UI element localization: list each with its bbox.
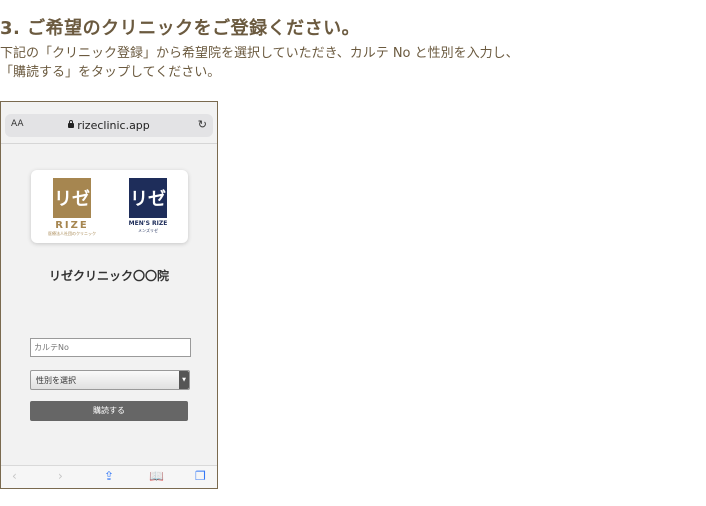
mens-rize-logo-name: MEN'S RIZE	[128, 220, 168, 227]
step-description: 下記の「クリニック登録」から希望院を選択していただき、カルテ No と性別を入力…	[0, 44, 519, 82]
url-display[interactable]: rizeclinic.app	[5, 119, 213, 132]
mens-rize-logo-sub: メンズリゼ	[138, 228, 158, 233]
dropdown-arrow-icon: ▼	[179, 371, 189, 389]
logo-card: リゼ RIZE 医療法人社団のクリニック リゼ MEN'S RIZE メンズリゼ	[31, 170, 188, 243]
subscribe-button[interactable]: 購読する	[30, 401, 188, 421]
karte-number-input[interactable]	[30, 338, 191, 357]
lock-icon	[68, 120, 75, 128]
description-line-1: 下記の「クリニック登録」から希望院を選択していただき、カルテ No と性別を入力…	[0, 46, 519, 61]
gender-select[interactable]: 性別を選択 ▼	[30, 370, 190, 390]
rize-logo-name: RIZE	[55, 220, 89, 231]
reload-icon[interactable]: ↻	[198, 118, 207, 131]
bookmarks-icon[interactable]: 📖	[149, 469, 164, 483]
rize-logo-mark: リゼ	[53, 178, 91, 218]
rize-logo-sub: 医療法人社団のクリニック	[48, 231, 96, 236]
share-icon[interactable]: ⇪	[104, 469, 114, 483]
forward-icon[interactable]: ›	[58, 469, 63, 483]
gender-select-label: 性別を選択	[36, 376, 76, 385]
address-bar[interactable]: AA rizeclinic.app ↻	[5, 114, 213, 137]
mens-rize-logo-mark: リゼ	[129, 178, 167, 218]
safari-toolbar: ‹ › ⇪ 📖 ❐	[1, 465, 217, 488]
tabs-icon[interactable]: ❐	[195, 469, 206, 483]
back-icon[interactable]: ‹	[12, 469, 17, 483]
description-line-2: 「購読する」をタップしてください。	[0, 65, 221, 80]
url-text: rizeclinic.app	[77, 119, 150, 132]
address-bar-divider	[1, 143, 217, 144]
step-heading: 3. ご希望のクリニックをご登録ください。	[0, 18, 361, 39]
phone-screenshot: AA rizeclinic.app ↻ リゼ RIZE 医療法人社団のクリニック…	[0, 101, 218, 489]
clinic-name: リゼクリニック〇〇院	[48, 269, 169, 283]
